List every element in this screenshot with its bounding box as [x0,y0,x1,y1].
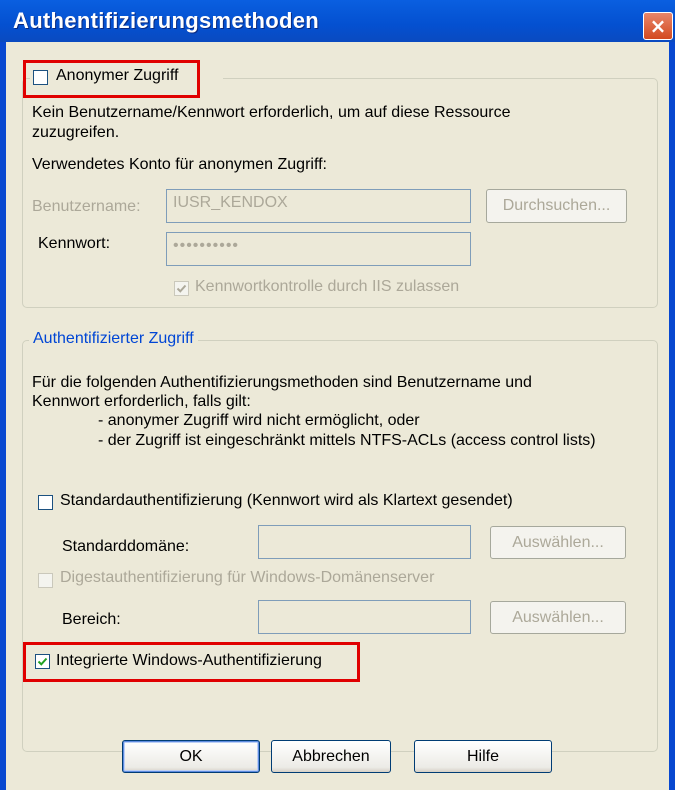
select-realm-button[interactable]: Auswählen... [490,601,626,634]
anonymous-access-highlight [23,60,200,98]
digest-auth-label[interactable]: Digestauthentifizierung für Windows-Domä… [60,569,434,587]
browse-button[interactable]: Durchsuchen... [486,189,627,223]
checkmark-icon [176,284,187,293]
close-button[interactable]: × [643,12,673,40]
window-frame-right [669,42,675,790]
select-domain-button[interactable]: Auswählen... [490,526,626,559]
account-heading: Verwendetes Konto für anonymen Zugriff: [32,156,327,173]
window-title: Authentifizierungsmethoden [13,8,320,33]
ok-button[interactable]: OK [122,740,260,773]
iis-password-control-checkbox[interactable] [174,281,189,296]
default-domain-field[interactable] [258,525,471,559]
cancel-button[interactable]: Abbrechen [271,740,391,773]
username-label: Benutzername: [32,198,141,215]
help-button[interactable]: Hilfe [414,740,552,773]
realm-field[interactable] [258,600,471,634]
basic-auth-label[interactable]: Standardauthentifizierung (Kennwort wird… [60,492,513,510]
authenticated-description-line2: Kennwort erforderlich, falls gilt: [32,393,251,410]
integrated-windows-auth-highlight [23,642,360,682]
condition-1: - anonymer Zugriff wird nicht ermöglicht… [98,412,420,429]
authenticated-access-legend: Authentifizierter Zugriff [29,330,198,348]
authenticated-description-line1: Für die folgenden Authentifizierungsmeth… [32,374,532,391]
iis-password-control-label[interactable]: Kennwortkontrolle durch IIS zulassen [195,278,459,296]
anonymous-description: Kein Benutzername/Kennwort erforderlich,… [32,104,511,141]
dialog-body: Anonymer Zugriff Kein Benutzername/Kennw… [6,42,669,790]
digest-auth-checkbox[interactable] [38,573,53,588]
condition-2: - der Zugriff ist eingeschränkt mittels … [98,432,596,449]
default-domain-label: Standarddomäne: [62,538,190,555]
title-bar[interactable]: Authentifizierungsmethoden × [0,0,675,43]
password-field[interactable]: •••••••••• [166,232,471,266]
close-icon: × [649,14,667,38]
realm-label: Bereich: [62,611,121,628]
username-field[interactable]: IUSR_KENDOX [166,189,471,223]
basic-auth-checkbox[interactable] [38,495,53,510]
password-label: Kennwort: [38,235,111,252]
